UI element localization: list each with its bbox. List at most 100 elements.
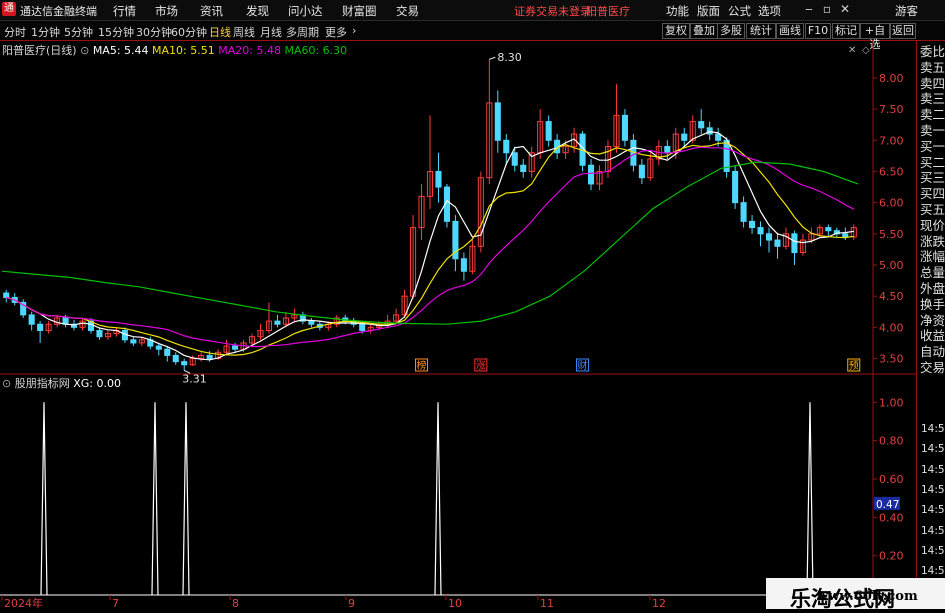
- quote-label-20[interactable]: 交易: [920, 360, 945, 375]
- quote-label-1: 卖五: [920, 59, 945, 75]
- candle-body: [520, 164, 527, 172]
- right-menu-item-2[interactable]: 公式: [728, 3, 751, 19]
- candle-body: [681, 133, 688, 141]
- quote-label-7: 买二: [920, 154, 945, 170]
- trade-time-4: 14:56: [921, 504, 945, 517]
- period-tab-9[interactable]: 多周期: [286, 24, 319, 40]
- quote-label-10: 买五: [920, 202, 945, 217]
- candle-body: [232, 345, 239, 350]
- candle-body: [638, 164, 645, 179]
- quote-label-14: 总量: [920, 265, 945, 281]
- quote-label-6: 买一: [920, 138, 945, 154]
- right-menu-item-1[interactable]: 版面: [697, 3, 720, 19]
- tool-button-3[interactable]: 统计: [746, 23, 776, 39]
- candle-body: [698, 121, 705, 129]
- tool-button-0[interactable]: 复权: [662, 23, 690, 39]
- candle-body: [172, 354, 179, 363]
- candle-body: [181, 361, 188, 366]
- candle-body: [308, 320, 315, 325]
- chart-settings-icon: ◇: [862, 45, 870, 56]
- candle-body: [621, 114, 628, 141]
- low-label: 3.31: [182, 372, 207, 385]
- tool-button-5[interactable]: F10: [805, 23, 831, 39]
- trade-time-3: 14:56: [921, 483, 945, 496]
- close-icon[interactable]: ✕: [836, 1, 854, 18]
- price-tick-label: 6.00: [879, 197, 904, 210]
- ind-tick-label: 0.80: [879, 435, 904, 448]
- candle-body: [164, 348, 171, 356]
- period-tab-8[interactable]: 月线: [260, 24, 282, 40]
- date-label: 11: [540, 597, 554, 609]
- candle-body: [206, 354, 213, 360]
- menu-item-1[interactable]: 市场: [155, 3, 178, 19]
- quote-label-19[interactable]: 自动: [920, 344, 945, 359]
- candle-body: [3, 292, 10, 298]
- period-tab-5[interactable]: 60分钟: [171, 24, 207, 40]
- menu-item-4[interactable]: 问小达: [288, 3, 323, 19]
- date-label: 9: [348, 597, 355, 609]
- candle-body: [732, 170, 739, 204]
- right-menu-item-3[interactable]: 选项: [758, 3, 781, 19]
- tool-button-6[interactable]: 标记: [832, 23, 860, 39]
- quote-side-panel: 委比 卖五 卖四 卖三 卖二 卖一 买一 买二 买三 买四 买五 现价 涨跌 涨幅 总量 外盘 换手 净资 收益 自动…: [916, 41, 945, 609]
- ind-tick-label: 1.00: [879, 396, 904, 409]
- quote-label-18: 收益: [920, 328, 945, 344]
- candle-body: [435, 170, 442, 188]
- quote-label-13: 涨幅: [920, 249, 945, 265]
- date-label: 10: [448, 597, 462, 609]
- menu-item-3[interactable]: 发现: [246, 3, 269, 19]
- quote-label-16: 换手: [920, 296, 945, 312]
- tool-button-7[interactable]: +自选: [860, 23, 890, 51]
- period-tab-3[interactable]: 15分钟: [98, 24, 134, 40]
- candle-body: [511, 152, 518, 166]
- date-label: 2024年: [4, 596, 43, 609]
- period-tab-7[interactable]: 周线: [233, 24, 255, 40]
- trade-time-5: 14:56: [921, 524, 945, 537]
- period-tab-10[interactable]: 更多: [325, 24, 347, 40]
- tool-button-8[interactable]: 返回: [890, 23, 916, 39]
- kline-chart[interactable]: 8.00 7.50 7.00 6.50 6.00 5.50 5.00 4.50 4.00 3.50…: [0, 41, 916, 609]
- price-tick-label: 8.00: [879, 72, 904, 85]
- app-logo: 通: [2, 2, 16, 16]
- right-menu-item-0[interactable]: 功能: [666, 3, 689, 19]
- candle-body: [460, 258, 467, 272]
- close-chart-icon: ✕: [848, 45, 856, 56]
- current-value-label: 0.47: [876, 499, 899, 511]
- price-tick-label: 4.00: [879, 321, 904, 334]
- price-tick-label: 5.50: [879, 228, 904, 241]
- quote-label-2: 卖四: [920, 75, 945, 91]
- app-title: 通达信金融终端: [20, 5, 97, 18]
- menu-item-0[interactable]: 行情: [113, 3, 136, 19]
- menu-item-2[interactable]: 资讯: [200, 3, 223, 19]
- quote-label-9: 买四: [920, 186, 945, 202]
- candle-body: [28, 314, 35, 325]
- period-tab-0[interactable]: 分时: [4, 24, 26, 40]
- period-tab-4[interactable]: 30分钟: [136, 24, 172, 40]
- period-tab-2[interactable]: 5分钟: [64, 24, 93, 40]
- price-tick-label: 6.50: [879, 165, 904, 178]
- tool-button-1[interactable]: 叠加: [690, 23, 718, 39]
- menu-item-5[interactable]: 财富圈: [342, 3, 377, 19]
- tool-button-4[interactable]: 画线: [776, 23, 804, 39]
- quote-label-8: 买三: [920, 170, 945, 186]
- restore-icon[interactable]: ▫: [818, 1, 836, 18]
- price-tick-label: 3.50: [879, 353, 904, 366]
- period-tab-1[interactable]: 1分钟: [31, 24, 60, 40]
- guest-button[interactable]: 游客: [895, 3, 918, 19]
- event-tag-label: 榜: [417, 359, 427, 372]
- minimize-icon[interactable]: ‒: [800, 1, 818, 18]
- menu-item-6[interactable]: 交易: [396, 3, 419, 19]
- quote-label-4: 卖二: [920, 107, 945, 123]
- trade-time-1: 14:56: [921, 443, 945, 456]
- high-label: 8.30: [497, 51, 522, 64]
- current-stock: 阳普医疗: [586, 5, 630, 18]
- candle-body: [791, 233, 798, 254]
- candle-body: [825, 227, 832, 232]
- more-chevron-icon[interactable]: ›: [352, 24, 356, 37]
- period-tab-6[interactable]: 日线: [209, 24, 231, 40]
- tool-button-2[interactable]: 多股: [717, 23, 745, 39]
- quote-label-11: 现价: [920, 217, 945, 233]
- quote-label-15: 外盘: [920, 281, 945, 296]
- trade-status[interactable]: 证券交易未登录: [514, 3, 591, 19]
- candle-body: [359, 323, 366, 331]
